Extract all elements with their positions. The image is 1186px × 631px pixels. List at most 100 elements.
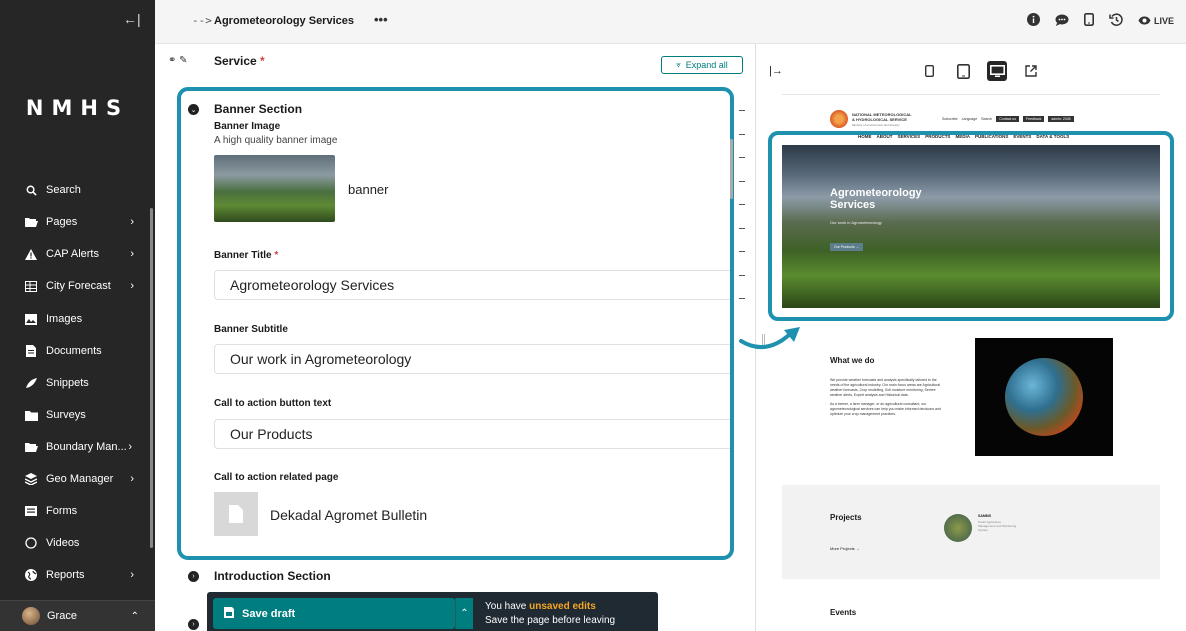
hero-cta-button: Our Products →	[830, 243, 864, 251]
save-draft-label: Save draft	[242, 607, 296, 620]
required-mark: *	[274, 250, 279, 261]
unsaved-message: You have unsaved edits Save the page bef…	[485, 600, 615, 628]
link-icon[interactable]: ⚭ ✎	[168, 55, 188, 66]
admin-button: admin: 2345	[1048, 116, 1074, 122]
unsaved-highlight: unsaved edits	[529, 601, 596, 612]
related-page-name[interactable]: Dekadal Agromet Bulletin	[270, 507, 427, 523]
sidebar-item-surveys[interactable]: Surveys	[0, 400, 150, 430]
hero-title: Agrometeorology Services	[830, 187, 922, 211]
sidebar-item-pages[interactable]: Pages ›	[0, 207, 150, 237]
user-menu[interactable]: Grace ⌃	[0, 600, 155, 631]
avatar	[22, 607, 40, 625]
sidebar-item-reports[interactable]: Reports ›	[0, 560, 150, 590]
mobile-preview-icon[interactable]	[1083, 13, 1094, 29]
sidebar-scrollbar[interactable]	[150, 208, 153, 548]
site-nav-item: PRODUCTS	[925, 134, 951, 139]
globe-icon	[24, 569, 38, 581]
banner-image-thumbnail[interactable]	[214, 155, 335, 222]
divider	[782, 94, 1160, 95]
document-icon	[24, 345, 38, 357]
collapse-banner-section-icon[interactable]: ⌄	[188, 104, 199, 115]
page-chooser-icon[interactable]	[214, 492, 258, 536]
chevron-right-icon: ›	[130, 216, 134, 228]
globe-image	[975, 338, 1113, 456]
sidebar-item-search[interactable]: Search	[0, 175, 150, 205]
site-preview: NATIONAL METEOROLOGICAL & HYDROLOGICAL SE…	[782, 102, 1160, 631]
site-nav-item: DATA & TOOLS	[1036, 134, 1070, 139]
comments-icon[interactable]	[1055, 14, 1069, 29]
banner-image-label: Banner Image	[214, 121, 281, 132]
project-description: Smart Agriculture Management and Monitor…	[978, 520, 1017, 532]
minimap-tick	[739, 204, 745, 205]
site-nav-item: PUBLICATIONS	[974, 134, 1009, 139]
events-title: Events	[830, 608, 857, 617]
sidebar-item-documents[interactable]: Documents	[0, 336, 150, 366]
sidebar-item-label: City Forecast	[46, 280, 111, 292]
tablet-device-icon[interactable]	[953, 61, 973, 81]
sidebar-item-snippets[interactable]: Snippets	[0, 368, 150, 398]
expand-introduction-section-icon[interactable]: ›	[188, 571, 199, 582]
breadcrumb-toggle[interactable]: -->	[192, 14, 212, 27]
project-image	[944, 514, 972, 542]
sidebar-item-geo-manager[interactable]: Geo Manager ›	[0, 464, 150, 494]
site-name: NATIONAL METEOROLOGICAL & HYDROLOGICAL SE…	[852, 112, 926, 122]
editor-scrollbar[interactable]	[730, 139, 733, 199]
banner-title-input[interactable]: Agrometeorology Services	[214, 270, 730, 300]
cta-text-input[interactable]: Our Products	[214, 419, 730, 449]
sidebar-item-label: Geo Manager	[46, 473, 114, 485]
sidebar-item-label: Pages	[46, 216, 78, 228]
what-we-do-title: What we do	[830, 356, 875, 365]
expand-all-button[interactable]: ⩔ Expand all	[661, 56, 743, 74]
sidebar-item-label: Reports	[46, 569, 85, 581]
hero-banner: Agrometeorology Services Our work in Agr…	[782, 145, 1160, 308]
chevron-right-icon: ›	[130, 569, 134, 581]
minimap-tick	[739, 181, 745, 182]
projects-title: Projects	[830, 513, 862, 522]
banner-image-name[interactable]: banner	[348, 182, 388, 197]
globe-sphere	[1005, 358, 1083, 436]
external-link-icon[interactable]	[1021, 61, 1041, 81]
banner-section-title: Banner Section	[214, 102, 303, 116]
sidebar-item-label: Documents	[46, 345, 102, 357]
sidebar-item-label: Search	[46, 184, 81, 196]
sidebar-item-label: Forms	[46, 505, 78, 517]
sidebar-item-images[interactable]: Images	[0, 304, 150, 334]
paragraph: We provide weather forecasts and analysi…	[830, 378, 941, 397]
page-title[interactable]: Agrometeorology Services	[214, 15, 354, 27]
folder-open-icon	[24, 442, 38, 453]
sidebar-logo[interactable]: NMHS	[0, 96, 155, 120]
banner-image-help: A high quality banner image	[214, 135, 338, 146]
sidebar-item-forms[interactable]: Forms	[0, 496, 150, 526]
eye-icon	[1138, 16, 1151, 27]
history-icon[interactable]	[1109, 13, 1123, 29]
info-icon[interactable]	[1026, 13, 1040, 29]
sidebar-item-label: Images	[46, 313, 83, 325]
expand-section-icon[interactable]: ›	[188, 619, 199, 630]
username: Grace	[47, 610, 77, 622]
more-actions-button[interactable]: •••	[374, 12, 388, 27]
collapse-preview-icon[interactable]: |→	[769, 65, 783, 77]
desktop-device-icon[interactable]	[987, 61, 1007, 81]
minimap-tick	[739, 110, 745, 111]
chevron-right-icon: ›	[130, 473, 134, 485]
search-icon	[24, 185, 38, 196]
save-icon	[224, 606, 234, 621]
layers-icon	[24, 473, 38, 485]
collapse-sidebar-icon[interactable]: ←|	[123, 11, 141, 27]
folder-icon	[24, 410, 38, 421]
subscribe-link: Subscribe	[942, 117, 958, 121]
hero-subtitle: Our work in Agrometeorology	[830, 220, 882, 225]
editor-panel: ⚭ ✎ Service * ⩔ Expand all ⌄ Banner Sect…	[155, 44, 755, 631]
sidebar-item-videos[interactable]: Videos	[0, 528, 150, 558]
sidebar-item-label: Videos	[46, 537, 80, 549]
chevron-right-icon: ›	[130, 280, 134, 292]
sidebar-item-boundary-manager[interactable]: Boundary Man... ›	[0, 432, 150, 462]
banner-subtitle-input[interactable]: Our work in Agrometeorology	[214, 344, 730, 374]
sidebar-item-city-forecast[interactable]: City Forecast ›	[0, 271, 150, 301]
site-nav-item: MEDIA	[955, 134, 970, 139]
mobile-device-icon[interactable]	[919, 61, 939, 81]
sidebar-item-cap-alerts[interactable]: CAP Alerts ›	[0, 239, 150, 269]
live-status[interactable]: LIVE	[1138, 16, 1174, 27]
save-draft-button[interactable]: Save draft	[213, 598, 455, 629]
more-save-options-button[interactable]: ⌃	[455, 598, 473, 629]
